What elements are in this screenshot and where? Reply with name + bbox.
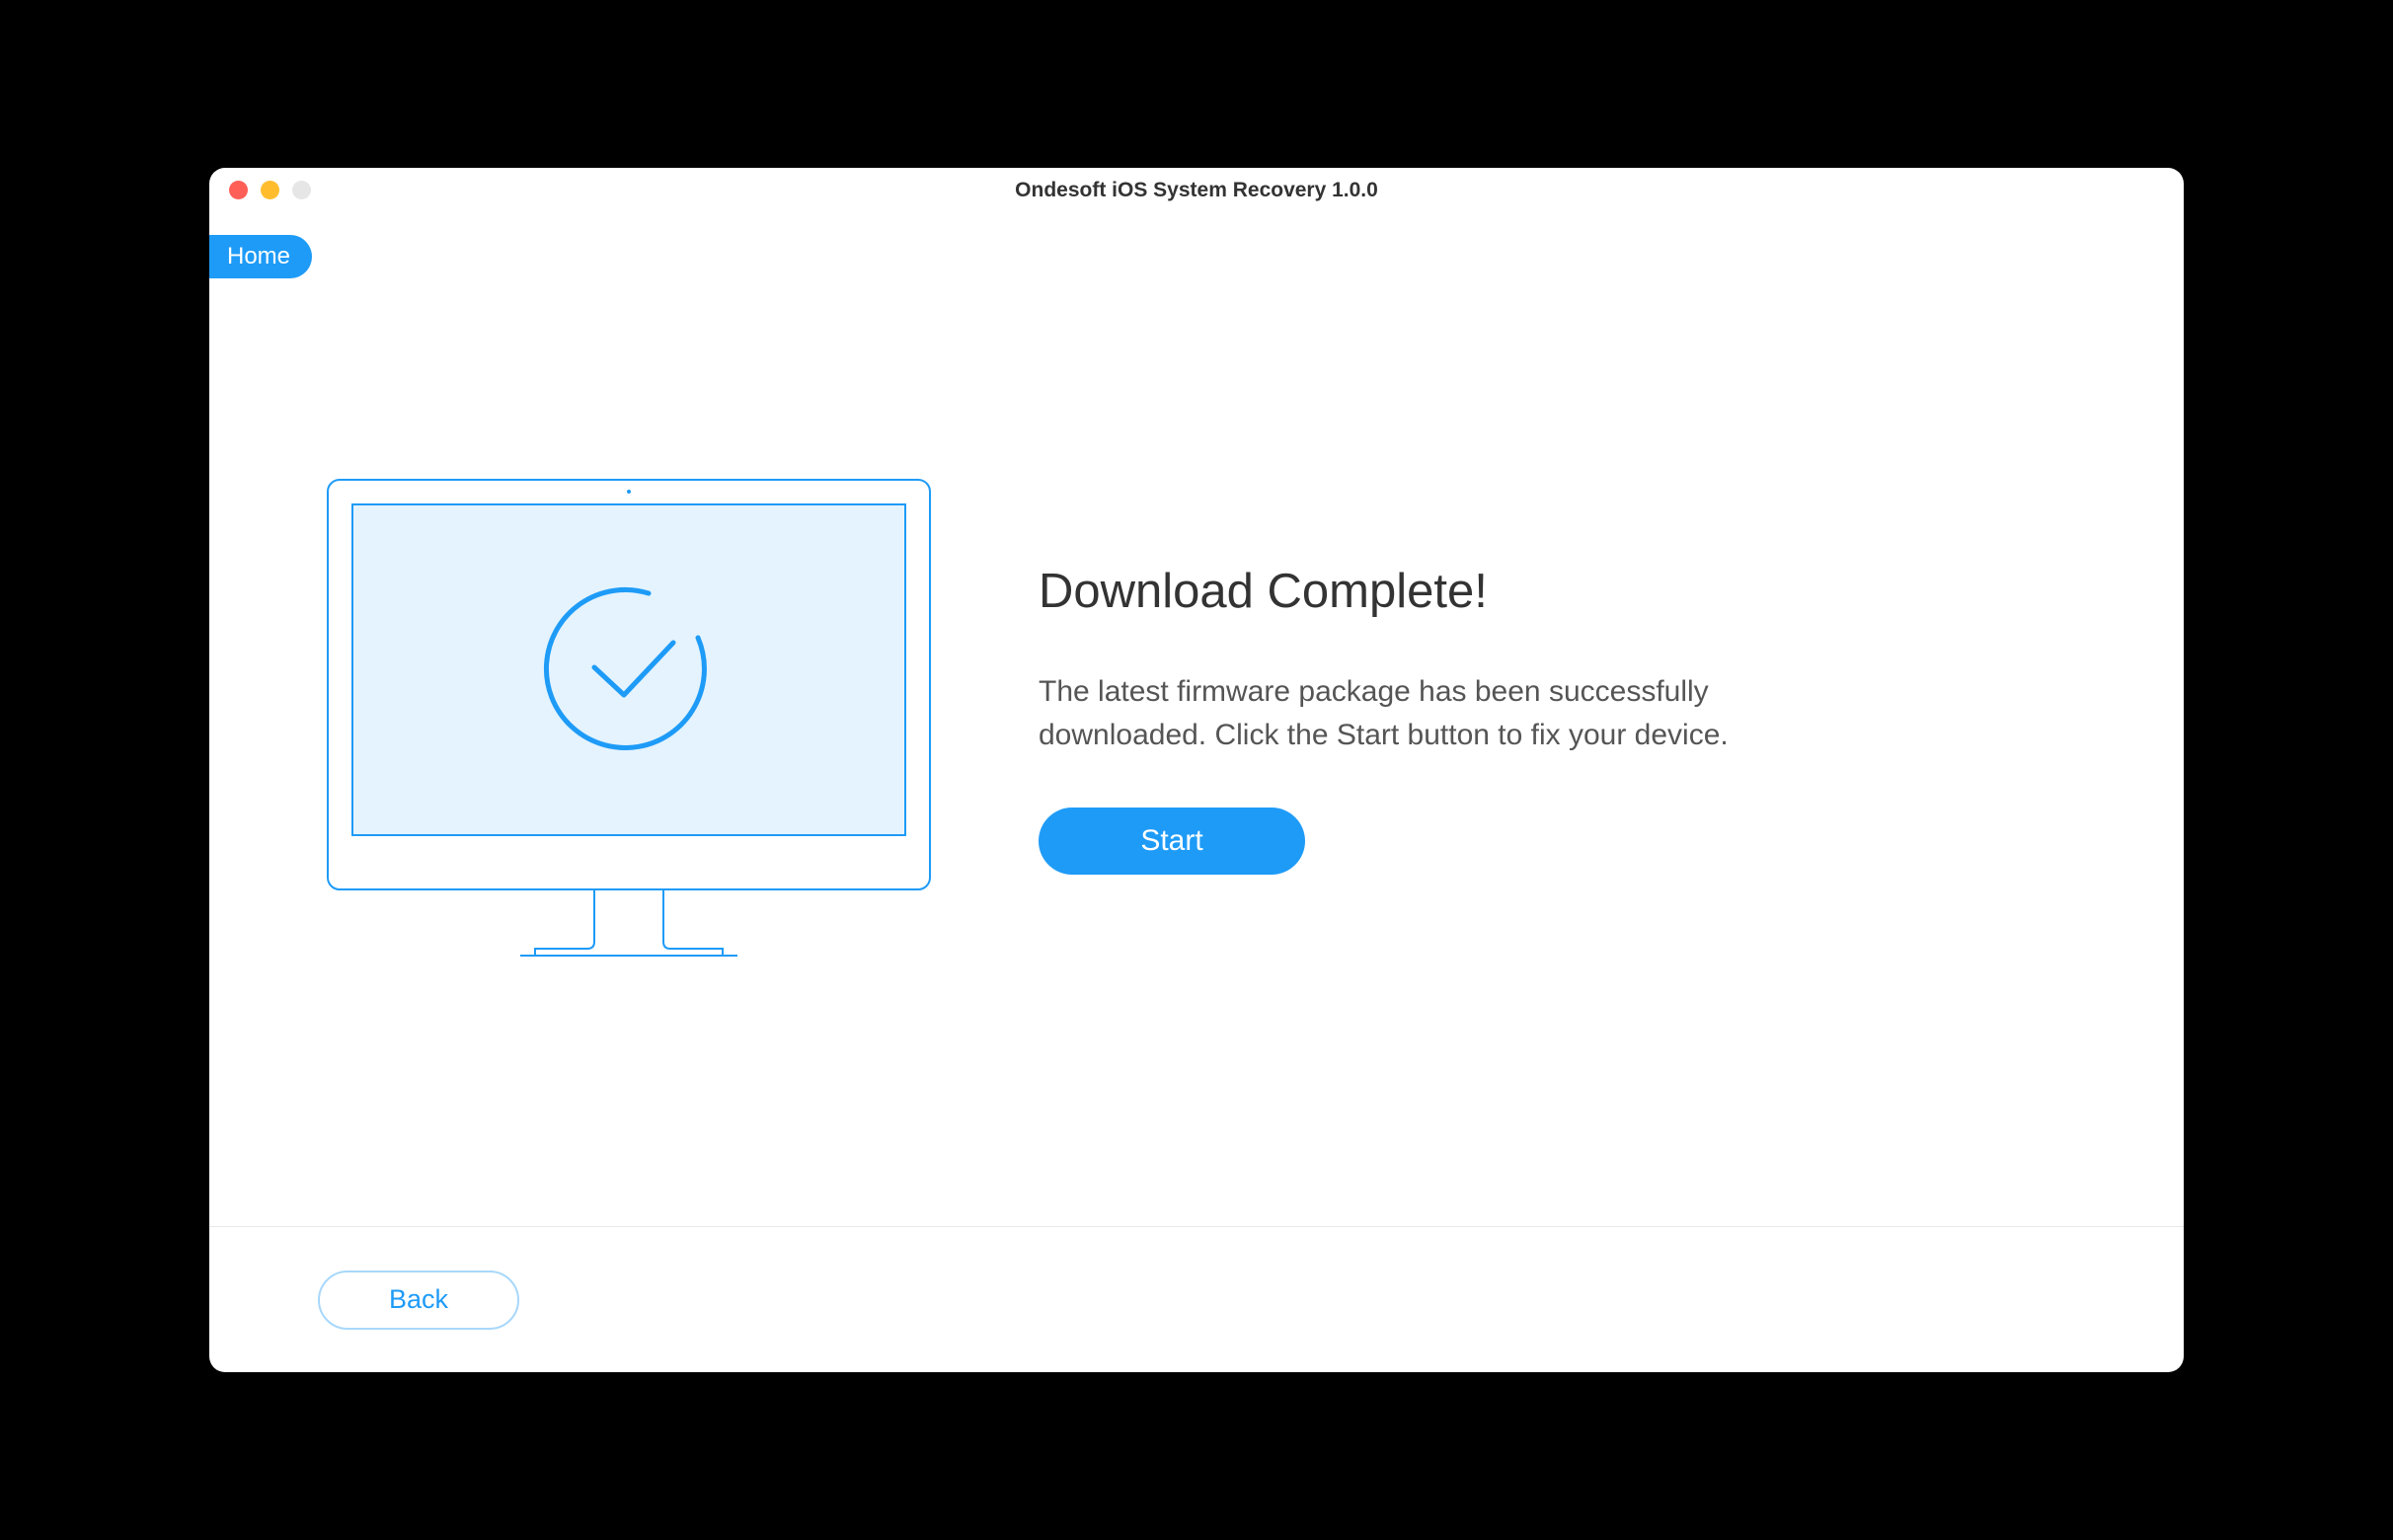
start-button-label: Start <box>1140 824 1202 857</box>
close-window-button[interactable] <box>229 181 248 199</box>
footer: Back <box>209 1226 2184 1372</box>
computer-checkmark-illustration <box>318 470 940 968</box>
start-button[interactable]: Start <box>1039 808 1305 875</box>
main-content: Download Complete! The latest firmware p… <box>209 212 2184 1226</box>
titlebar: Ondesoft iOS System Recovery 1.0.0 <box>209 168 2184 212</box>
text-section: Download Complete! The latest firmware p… <box>1039 564 2075 875</box>
back-button-label: Back <box>389 1284 448 1314</box>
back-button[interactable]: Back <box>318 1270 519 1330</box>
traffic-lights <box>209 181 311 199</box>
page-description: The latest firmware package has been suc… <box>1039 670 1878 756</box>
app-window: Ondesoft iOS System Recovery 1.0.0 Home <box>209 168 2184 1372</box>
home-tab-label: Home <box>227 243 290 270</box>
maximize-window-button[interactable] <box>292 181 311 199</box>
window-title: Ondesoft iOS System Recovery 1.0.0 <box>1015 179 1378 202</box>
page-heading: Download Complete! <box>1039 564 2075 619</box>
minimize-window-button[interactable] <box>261 181 279 199</box>
home-tab[interactable]: Home <box>209 235 312 278</box>
